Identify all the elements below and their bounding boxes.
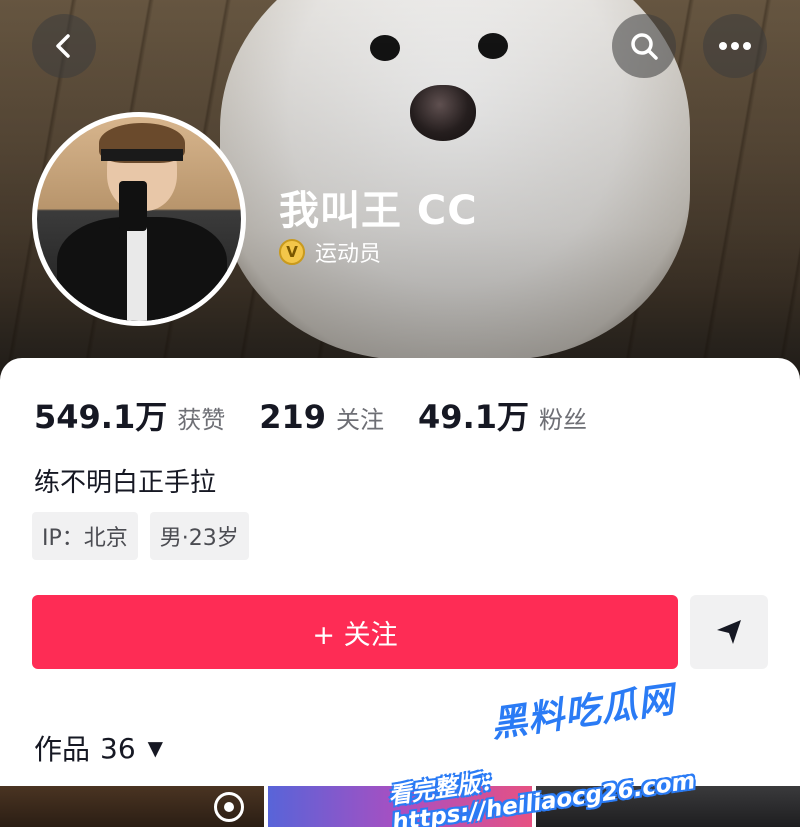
stat-value: 49.1万 bbox=[418, 398, 529, 436]
avatar[interactable] bbox=[32, 112, 246, 326]
stat-followers[interactable]: 49.1万 粉丝 bbox=[418, 392, 587, 438]
more-icon bbox=[719, 42, 751, 50]
search-icon bbox=[631, 33, 658, 60]
caret-down-icon: ▼ bbox=[147, 736, 164, 760]
stat-value: 219 bbox=[259, 398, 327, 436]
works-tab[interactable]: 作品 36 ▼ bbox=[34, 728, 163, 768]
tag-ip: IP：北京 bbox=[32, 512, 138, 560]
stat-value: 549.1万 bbox=[34, 398, 168, 436]
stat-following[interactable]: 219 关注 bbox=[259, 398, 384, 436]
stat-label: 粉丝 bbox=[539, 406, 587, 434]
video-thumbnail[interactable] bbox=[0, 786, 264, 827]
works-label: 作品 bbox=[34, 733, 91, 766]
stats-row: 549.1万 获赞 219 关注 49.1万 粉丝 bbox=[34, 392, 621, 438]
live-icon bbox=[214, 792, 244, 822]
avatar-stripe bbox=[127, 222, 147, 321]
profile-tags: IP：北京 男·23岁 bbox=[32, 512, 249, 560]
verified-badge-row[interactable]: V 运动员 bbox=[279, 236, 381, 268]
back-button[interactable] bbox=[32, 14, 96, 78]
follow-button[interactable]: + 关注 bbox=[32, 595, 678, 669]
stat-label: 获赞 bbox=[177, 406, 226, 434]
tag-gender-age: 男·23岁 bbox=[149, 512, 249, 560]
verified-v-icon: V bbox=[279, 239, 305, 265]
chevron-left-icon bbox=[56, 34, 70, 58]
search-button[interactable] bbox=[612, 14, 676, 78]
send-icon bbox=[717, 620, 741, 644]
avatar-phone bbox=[119, 181, 147, 231]
more-button[interactable] bbox=[703, 14, 767, 78]
stat-likes[interactable]: 549.1万 获赞 bbox=[34, 392, 225, 438]
works-count: 36 bbox=[100, 731, 136, 765]
profile-name: 我叫王 CC bbox=[279, 188, 478, 234]
avatar-headband bbox=[101, 149, 183, 161]
follow-label: + 关注 bbox=[312, 619, 398, 651]
share-button[interactable] bbox=[690, 595, 768, 669]
badge-label: 运动员 bbox=[315, 242, 382, 267]
stat-label: 关注 bbox=[336, 406, 385, 434]
bio-text: 练不明白正手拉 bbox=[34, 468, 217, 498]
